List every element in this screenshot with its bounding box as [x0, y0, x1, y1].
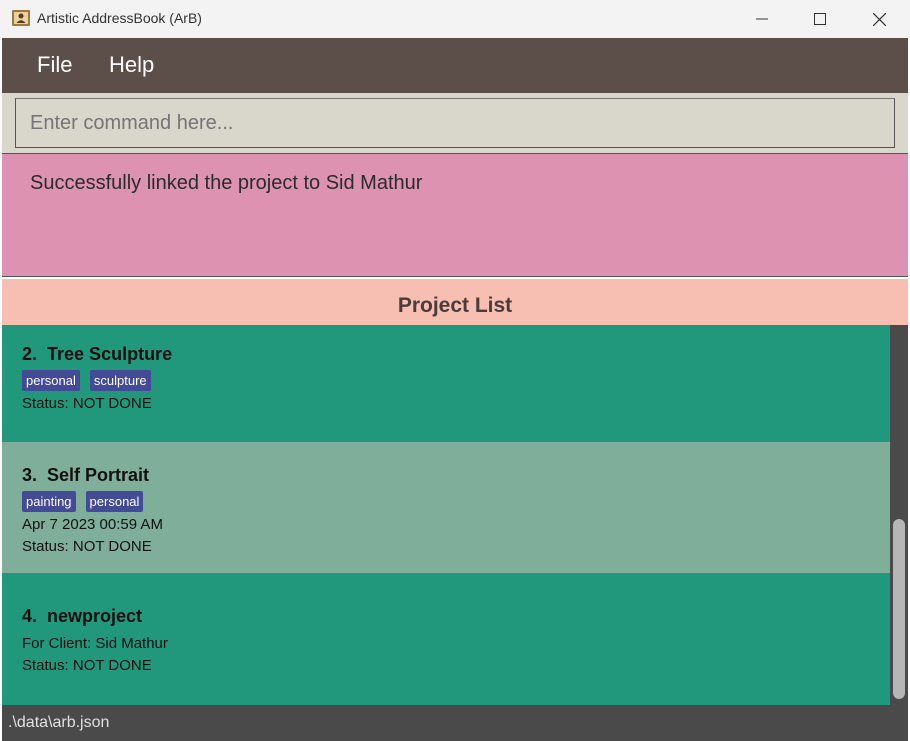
save-location: .\data\arb.json	[8, 714, 110, 731]
result-message: Successfully linked the project to Sid M…	[30, 172, 423, 194]
project-tags: personal sculpture	[22, 370, 151, 391]
tag: sculpture	[89, 370, 151, 391]
command-input[interactable]	[15, 98, 895, 148]
close-icon	[872, 12, 886, 26]
project-list-header: Project List	[2, 279, 908, 325]
project-status: Status: NOT DONE	[22, 657, 152, 674]
menu-file[interactable]: File	[37, 52, 72, 78]
project-status: Status: NOT DONE	[22, 395, 152, 412]
title-bar: Artistic AddressBook (ArB)	[0, 0, 910, 38]
project-card[interactable]: 3. Self Portrait painting personal Apr 7…	[2, 442, 890, 573]
close-button[interactable]	[850, 0, 908, 38]
project-card[interactable]: 2. Tree Sculpture personal sculpture Sta…	[2, 325, 890, 442]
scrollbar-thumb[interactable]	[893, 519, 905, 699]
project-title: 2. Tree Sculpture	[22, 344, 173, 364]
tag: painting	[22, 491, 76, 512]
addressbook-icon	[12, 10, 30, 26]
maximize-button[interactable]	[791, 0, 849, 38]
project-title: 3. Self Portrait	[22, 465, 150, 485]
minimize-icon	[756, 18, 768, 20]
result-display: Successfully linked the project to Sid M…	[2, 153, 908, 277]
minimize-button[interactable]	[733, 0, 791, 38]
tag: personal	[22, 370, 80, 391]
window-title: Artistic AddressBook (ArB)	[37, 10, 202, 26]
project-title: 4. newproject	[22, 606, 143, 626]
project-status: Status: NOT DONE	[22, 538, 152, 555]
project-card[interactable]: 4. newproject For Client: Sid Mathur Sta…	[2, 573, 890, 705]
maximize-icon	[814, 13, 826, 25]
project-tags: painting personal	[22, 491, 144, 512]
project-deadline: Apr 7 2023 00:59 AM	[22, 516, 163, 533]
tag: personal	[85, 491, 144, 512]
menu-help[interactable]: Help	[109, 52, 154, 78]
project-client: For Client: Sid Mathur	[22, 635, 168, 652]
menu-bar: File Help	[2, 38, 908, 93]
project-list-title: Project List	[397, 294, 513, 317]
project-list-scrollbar[interactable]	[890, 325, 908, 705]
status-bar: .\data\arb.json	[2, 705, 908, 741]
command-box	[2, 93, 908, 153]
